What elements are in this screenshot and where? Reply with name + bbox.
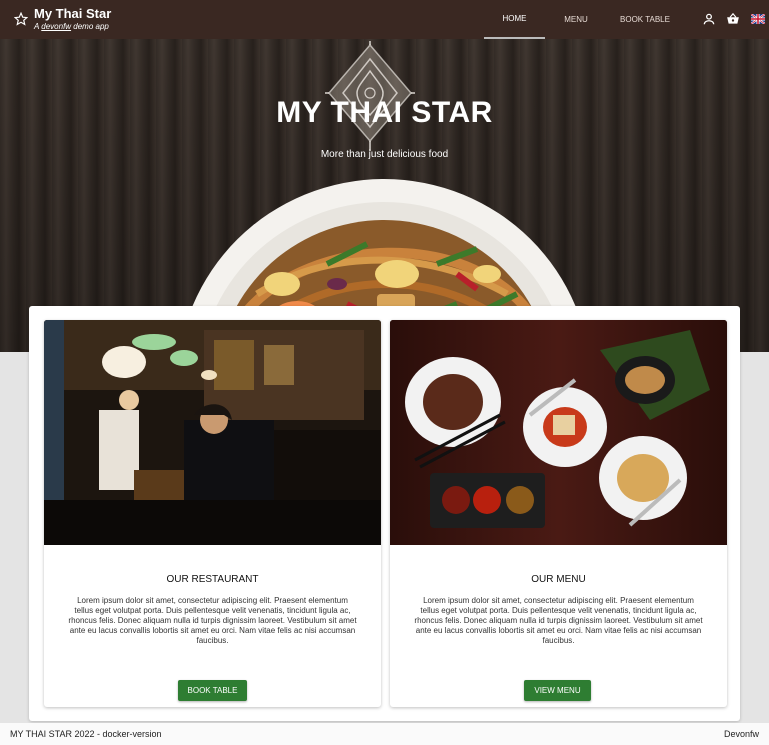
view-menu-button[interactable]: VIEW MENU <box>524 680 591 701</box>
menu-card: OUR MENU Lorem ipsum dolor sit amet, con… <box>390 320 727 707</box>
star-icon <box>14 12 28 26</box>
card-description: Lorem ipsum dolor sit amet, consectetur … <box>414 596 703 645</box>
uk-flag-icon[interactable] <box>751 14 765 24</box>
app-subtitle: A devonfw demo app <box>34 22 109 31</box>
account-icon[interactable] <box>702 12 716 26</box>
footer-copyright: MY THAI STAR 2022 - docker-version <box>10 729 162 739</box>
card-title: OUR MENU <box>531 574 586 585</box>
nav-book-table[interactable]: BOOK TABLE <box>612 0 678 39</box>
restaurant-card: OUR RESTAURANT Lorem ipsum dolor sit ame… <box>44 320 381 707</box>
brand[interactable]: My Thai Star A devonfw demo app <box>14 6 111 32</box>
devonfw-link[interactable]: devonfw <box>41 22 71 31</box>
menu-photo <box>390 320 727 545</box>
card-title: OUR RESTAURANT <box>166 574 259 585</box>
basket-icon[interactable] <box>726 12 740 26</box>
hero-subtitle: More than just delicious food <box>320 149 449 160</box>
restaurant-photo <box>44 320 381 545</box>
app-title: My Thai Star <box>34 6 112 21</box>
footer: MY THAI STAR 2022 - docker-version Devon… <box>0 723 769 745</box>
footer-brand: Devonfw <box>723 729 759 739</box>
features-card: OUR RESTAURANT Lorem ipsum dolor sit ame… <box>29 306 740 721</box>
book-table-button[interactable]: BOOK TABLE <box>178 680 247 701</box>
nav-menu[interactable]: MENU <box>556 0 596 39</box>
hero-title: MY THAI STAR <box>276 96 493 129</box>
top-toolbar: My Thai Star A devonfw demo app HOME MEN… <box>0 0 769 39</box>
nav-home[interactable]: HOME <box>484 0 545 39</box>
card-description: Lorem ipsum dolor sit amet, consectetur … <box>68 596 357 645</box>
